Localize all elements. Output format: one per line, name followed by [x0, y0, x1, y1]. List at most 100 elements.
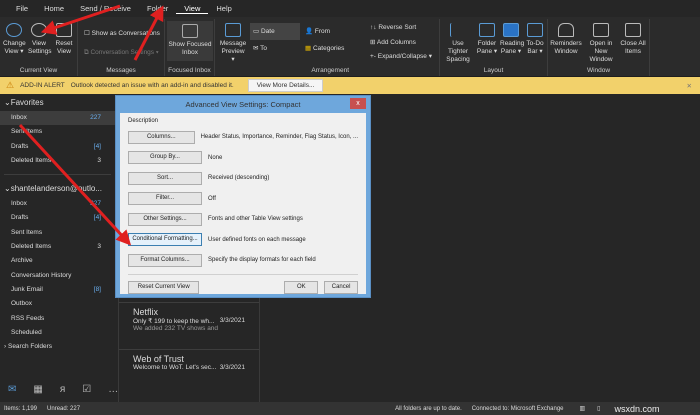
view-more-details-button[interactable]: View More Details...	[247, 79, 324, 92]
folder-archive[interactable]: Archive	[0, 254, 115, 268]
group-by-button[interactable]: Group By...	[128, 151, 202, 165]
reading-pane-button[interactable]: Reading Pane ▾	[500, 23, 524, 56]
ribbon-tabs: File Home Send / Receive Folder View Hel…	[0, 0, 700, 17]
folder-conversation-history[interactable]: Conversation History	[0, 269, 115, 283]
add-columns-button[interactable]: ⊞ Add Columns	[370, 38, 416, 46]
sort-button[interactable]: Sort...	[128, 171, 202, 185]
tab-help[interactable]: Help	[208, 4, 239, 13]
group-focused-inbox: Show Focused Inbox Focused Inbox	[165, 19, 215, 76]
filter-button[interactable]: Filter...	[128, 192, 202, 206]
tab-send-receive[interactable]: Send / Receive	[72, 4, 139, 13]
favorites-header[interactable]: ⌄Favorites	[0, 95, 115, 111]
reset-view-button[interactable]: Reset View	[53, 23, 75, 56]
setting-row: Format Columns... Specify the display for…	[128, 253, 358, 268]
close-all-items-button[interactable]: Close All Items	[620, 23, 646, 56]
folder-drafts[interactable]: Drafts [4]	[0, 211, 115, 225]
arrange-from[interactable]: 👤 From	[305, 27, 330, 35]
folder-deleted-items[interactable]: Deleted Items 3	[0, 154, 115, 168]
ok-button[interactable]: OK	[284, 281, 319, 295]
todo-bar-icon	[527, 23, 543, 37]
message-item[interactable]: Netflix Only ₹ 199 to keep the wh... 3/3/…	[119, 302, 259, 349]
setting-row: Conditional Formatting... User defined fo…	[128, 233, 358, 248]
reading-view-icon[interactable]: ▯	[597, 405, 600, 412]
tab-view[interactable]: View	[176, 4, 209, 14]
close-icon[interactable]: ✕	[687, 82, 692, 90]
navigation-bar: ✉ ▦ ᴙ ☑ …	[0, 377, 118, 402]
reminders-window-button[interactable]: Reminders Window	[550, 23, 582, 56]
conditional-formatting-description: User defined fonts on each message	[208, 236, 306, 243]
folder-drafts[interactable]: Drafts [4]	[0, 140, 115, 154]
tab-folder[interactable]: Folder	[139, 4, 176, 13]
group-layout: Use Tighter Spacing Folder Pane ▾ Readin…	[440, 19, 548, 76]
people-icon[interactable]: ᴙ	[60, 384, 65, 395]
add-in-alert-bar: ⚠ ADD-IN ALERT Outlook detected an issue…	[0, 77, 700, 94]
message-preview-icon	[225, 23, 241, 37]
conditional-formatting-button[interactable]: Conditional Formatting...	[128, 233, 202, 247]
more-icon[interactable]: …	[108, 384, 118, 395]
setting-row: Filter... Off	[128, 192, 358, 207]
tighter-spacing-button[interactable]: Use Tighter Spacing	[442, 23, 474, 64]
change-view-button[interactable]: Change View ▾	[3, 23, 26, 56]
format-columns-button[interactable]: Format Columns...	[128, 253, 202, 267]
folder-inbox[interactable]: Inbox 227	[0, 111, 115, 126]
other-settings-description: Fonts and other Table View settings	[208, 216, 303, 223]
tasks-icon[interactable]: ☑	[82, 384, 91, 395]
spacing-icon	[450, 23, 466, 37]
description-label: Description	[128, 118, 159, 124]
folder-outbox[interactable]: Outbox	[0, 297, 115, 311]
calendar-icon[interactable]: ▦	[33, 384, 42, 395]
search-folders[interactable]: › Search Folders	[0, 340, 115, 354]
alert-title: ADD-IN ALERT	[20, 82, 65, 89]
divider	[128, 273, 358, 275]
reading-pane-icon	[503, 23, 519, 37]
folder-pane-button[interactable]: Folder Pane ▾	[476, 23, 498, 56]
columns-description: Header Status, Importance, Reminder, Fla…	[200, 134, 358, 141]
cancel-button[interactable]: Cancel	[324, 281, 358, 295]
dialog-close-button[interactable]: x	[350, 98, 366, 109]
folder-pane: ⌄Favorites Inbox 227 Sent Items Drafts [4]…	[0, 95, 115, 377]
setting-row: Columns... Header Status, Importance, Rem…	[128, 130, 358, 145]
group-arrangement: Message Preview ▾ ▭ Date ✉ To 👤 From ▦ C…	[215, 19, 440, 76]
change-view-icon	[6, 23, 22, 37]
message-preview-button[interactable]: Message Preview ▾	[219, 23, 247, 64]
arrange-date[interactable]: ▭ Date	[250, 23, 300, 40]
group-label: Focused Inbox	[168, 67, 211, 74]
mail-icon[interactable]: ✉	[8, 384, 16, 395]
filter-description: Off	[208, 195, 216, 202]
setting-row: Group By... None	[128, 151, 358, 166]
other-settings-button[interactable]: Other Settings...	[128, 212, 202, 226]
tab-file[interactable]: File	[8, 4, 36, 13]
normal-view-icon[interactable]: ▥	[580, 405, 586, 412]
reset-view-icon	[56, 23, 72, 37]
folder-rss-feeds[interactable]: RSS Feeds	[0, 312, 115, 326]
folder-sent-items[interactable]: Sent Items	[0, 226, 115, 240]
group-label: Arrangement	[311, 67, 349, 74]
show-as-conversations-checkbox[interactable]: ☐ Show as Conversations	[84, 29, 160, 37]
reset-current-view-button[interactable]: Reset Current View	[128, 281, 200, 295]
alert-message: Outlook detected an issue with an add-in…	[70, 82, 234, 89]
account-header[interactable]: ⌄shantelanderson@outlo...	[0, 181, 115, 197]
folder-junk-email[interactable]: Junk Email [8]	[0, 283, 115, 297]
show-focused-inbox-button[interactable]: Show Focused Inbox	[167, 21, 213, 61]
group-label: Window	[586, 67, 611, 74]
group-current-view: Change View ▾ View Settings Reset View C…	[0, 19, 78, 76]
folder-scheduled[interactable]: Scheduled	[0, 326, 115, 340]
todo-bar-button[interactable]: To-Do Bar ▾	[524, 23, 546, 56]
group-label: Current View	[19, 67, 58, 74]
conversation-settings-button[interactable]: ⧉ Conversation Settings ▾	[84, 49, 159, 57]
columns-button[interactable]: Columns...	[128, 130, 195, 144]
group-label: Messages	[106, 67, 136, 74]
reverse-sort-button[interactable]: ↑↓ Reverse Sort	[370, 24, 416, 31]
folder-inbox[interactable]: Inbox 227	[0, 197, 115, 211]
group-window: Reminders Window Open in New Window Clos…	[548, 19, 650, 76]
folder-deleted-items[interactable]: Deleted Items 3	[0, 240, 115, 254]
tab-home[interactable]: Home	[36, 4, 72, 13]
view-settings-button[interactable]: View Settings	[28, 23, 52, 56]
setting-row: Other Settings... Fonts and other Table V…	[128, 212, 358, 227]
message-item[interactable]: Web of Trust Welcome to WoT. Let's sec..…	[119, 349, 259, 394]
arrange-to[interactable]: ✉ To	[253, 44, 267, 52]
expand-collapse-button[interactable]: +- Expand/Collapse ▾	[370, 52, 432, 60]
folder-sent-items[interactable]: Sent Items	[0, 125, 115, 139]
arrange-categories[interactable]: ▦ Categories	[305, 44, 344, 52]
open-new-window-button[interactable]: Open in New Window	[584, 23, 618, 64]
